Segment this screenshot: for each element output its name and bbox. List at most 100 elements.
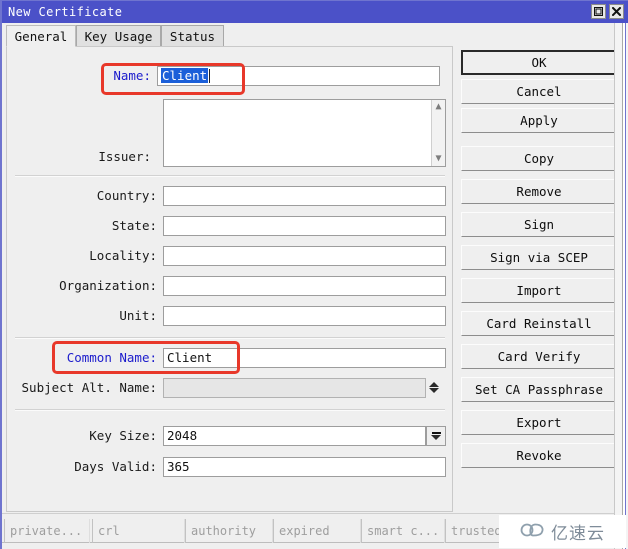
action-button-column: OK Cancel Apply Copy Remove Sign Sign vi… bbox=[461, 46, 617, 512]
copy-button[interactable]: Copy bbox=[461, 146, 617, 171]
import-button[interactable]: Import bbox=[461, 278, 617, 303]
tab-general[interactable]: General bbox=[6, 25, 76, 47]
revoke-button[interactable]: Revoke bbox=[461, 443, 617, 468]
common-name-input[interactable]: Client bbox=[163, 347, 446, 368]
card-verify-button[interactable]: Card Verify bbox=[461, 344, 617, 369]
apply-button-label: Apply bbox=[520, 113, 558, 128]
days-valid-label: Days Valid: bbox=[74, 459, 157, 474]
unit-row: Unit: bbox=[7, 305, 447, 326]
window-edge-scrollbar[interactable] bbox=[614, 23, 628, 549]
unit-input[interactable] bbox=[163, 305, 446, 326]
subject-alt-name-label: Subject Alt. Name: bbox=[21, 380, 157, 395]
issuer-input-value bbox=[164, 100, 431, 166]
subject-alt-name-row: Subject Alt. Name: bbox=[7, 377, 463, 398]
issuer-label: Issuer: bbox=[98, 149, 151, 164]
remove-button[interactable]: Remove bbox=[461, 179, 617, 204]
restore-icon bbox=[594, 7, 603, 16]
issuer-label-row: Issuer: bbox=[7, 146, 157, 167]
subject-alt-name-stepper[interactable] bbox=[426, 377, 442, 398]
state-label: State: bbox=[111, 218, 157, 233]
days-valid-input-value: 365 bbox=[167, 459, 190, 474]
copy-button-label: Copy bbox=[523, 151, 555, 166]
key-size-input-value: 2048 bbox=[167, 428, 198, 443]
restore-button[interactable] bbox=[591, 4, 606, 19]
common-name-row: Common Name: Client bbox=[7, 347, 447, 368]
cloud-logo-icon bbox=[520, 521, 546, 543]
general-form-panel: Name: Client ▲ ▼ Issuer: Country: State:… bbox=[6, 46, 453, 512]
key-size-row: Key Size: 2048 bbox=[7, 425, 447, 446]
card-reinstall-button-label: Card Reinstall bbox=[486, 316, 592, 331]
subject-alt-name-input[interactable] bbox=[163, 377, 426, 398]
issuer-input[interactable]: ▲ ▼ bbox=[163, 99, 446, 167]
country-label: Country: bbox=[96, 188, 157, 203]
sign-via-scep-button-label: Sign via SCEP bbox=[490, 250, 588, 265]
status-flag-private-label: private... bbox=[10, 524, 83, 538]
locality-label: Locality: bbox=[89, 248, 157, 263]
cancel-button-label: Cancel bbox=[516, 84, 562, 99]
state-row: State: bbox=[7, 215, 447, 236]
status-flag-authority-label: authority bbox=[191, 524, 257, 538]
organization-input[interactable] bbox=[163, 275, 446, 296]
status-flag-smart-card[interactable]: smart c... bbox=[361, 519, 445, 543]
divider-top bbox=[15, 175, 445, 177]
status-flag-private[interactable]: private... bbox=[4, 519, 90, 543]
issuer-scrollbar[interactable]: ▲ ▼ bbox=[431, 100, 445, 166]
sign-button[interactable]: Sign bbox=[461, 212, 617, 237]
watermark-text: 亿速云 bbox=[551, 524, 605, 544]
status-flag-trusted-label: trusted bbox=[451, 524, 502, 538]
title-bar[interactable]: New Certificate bbox=[2, 1, 628, 23]
chevron-down-icon[interactable]: ▼ bbox=[435, 154, 441, 164]
name-row: Name: Client bbox=[7, 65, 447, 86]
common-name-label: Common Name: bbox=[66, 350, 157, 365]
dropdown-bar-icon bbox=[431, 431, 441, 434]
close-button[interactable] bbox=[609, 4, 624, 19]
ok-button-label: OK bbox=[531, 55, 547, 70]
organization-row: Organization: bbox=[7, 275, 447, 296]
key-size-dropdown-button[interactable] bbox=[426, 425, 446, 446]
locality-input[interactable] bbox=[163, 245, 446, 266]
tab-key-usage[interactable]: Key Usage bbox=[76, 25, 161, 47]
key-size-input[interactable]: 2048 bbox=[163, 425, 426, 446]
ok-button[interactable]: OK bbox=[461, 50, 617, 75]
set-ca-passphrase-button[interactable]: Set CA Passphrase bbox=[461, 377, 617, 402]
key-size-label: Key Size: bbox=[89, 428, 157, 443]
name-label: Name: bbox=[113, 68, 151, 83]
status-flag-authority[interactable]: authority bbox=[185, 519, 273, 543]
tab-status-label: Status bbox=[169, 29, 216, 44]
status-flag-expired[interactable]: expired bbox=[273, 519, 361, 543]
organization-label: Organization: bbox=[59, 278, 157, 293]
status-flag-crl[interactable]: crl bbox=[92, 519, 185, 543]
name-input[interactable]: Client bbox=[157, 65, 440, 86]
export-button[interactable]: Export bbox=[461, 410, 617, 435]
window-edge-scrollbar-track[interactable] bbox=[622, 23, 626, 549]
text-caret bbox=[209, 68, 211, 83]
tab-status[interactable]: Status bbox=[161, 25, 224, 47]
triangle-down-icon[interactable] bbox=[429, 388, 439, 393]
divider-middle bbox=[15, 337, 445, 339]
set-ca-passphrase-button-label: Set CA Passphrase bbox=[475, 382, 603, 397]
tab-key-usage-label: Key Usage bbox=[84, 29, 153, 44]
sign-via-scep-button[interactable]: Sign via SCEP bbox=[461, 245, 617, 270]
card-reinstall-button[interactable]: Card Reinstall bbox=[461, 311, 617, 336]
locality-row: Locality: bbox=[7, 245, 447, 266]
tab-general-label: General bbox=[14, 28, 68, 44]
card-verify-button-label: Card Verify bbox=[497, 349, 581, 364]
tab-strip: General Key Usage Status bbox=[2, 23, 628, 47]
triangle-up-icon[interactable] bbox=[429, 382, 439, 387]
cancel-button[interactable]: Cancel bbox=[461, 79, 617, 104]
window-title: New Certificate bbox=[8, 5, 123, 19]
chevron-down-icon bbox=[431, 434, 441, 440]
status-flag-crl-label: crl bbox=[98, 524, 120, 538]
state-input[interactable] bbox=[163, 215, 446, 236]
country-input[interactable] bbox=[163, 185, 446, 206]
common-name-input-value: Client bbox=[167, 350, 213, 365]
apply-button[interactable]: Apply bbox=[461, 108, 617, 133]
status-flag-expired-label: expired bbox=[279, 524, 330, 538]
revoke-button-label: Revoke bbox=[516, 448, 562, 463]
days-valid-row: Days Valid: 365 bbox=[7, 456, 447, 477]
days-valid-input[interactable]: 365 bbox=[163, 456, 446, 477]
close-icon bbox=[612, 7, 621, 16]
export-button-label: Export bbox=[516, 415, 562, 430]
chevron-up-icon[interactable]: ▲ bbox=[435, 102, 441, 112]
new-certificate-window: New Certificate General Key Usage Status… bbox=[0, 0, 628, 549]
